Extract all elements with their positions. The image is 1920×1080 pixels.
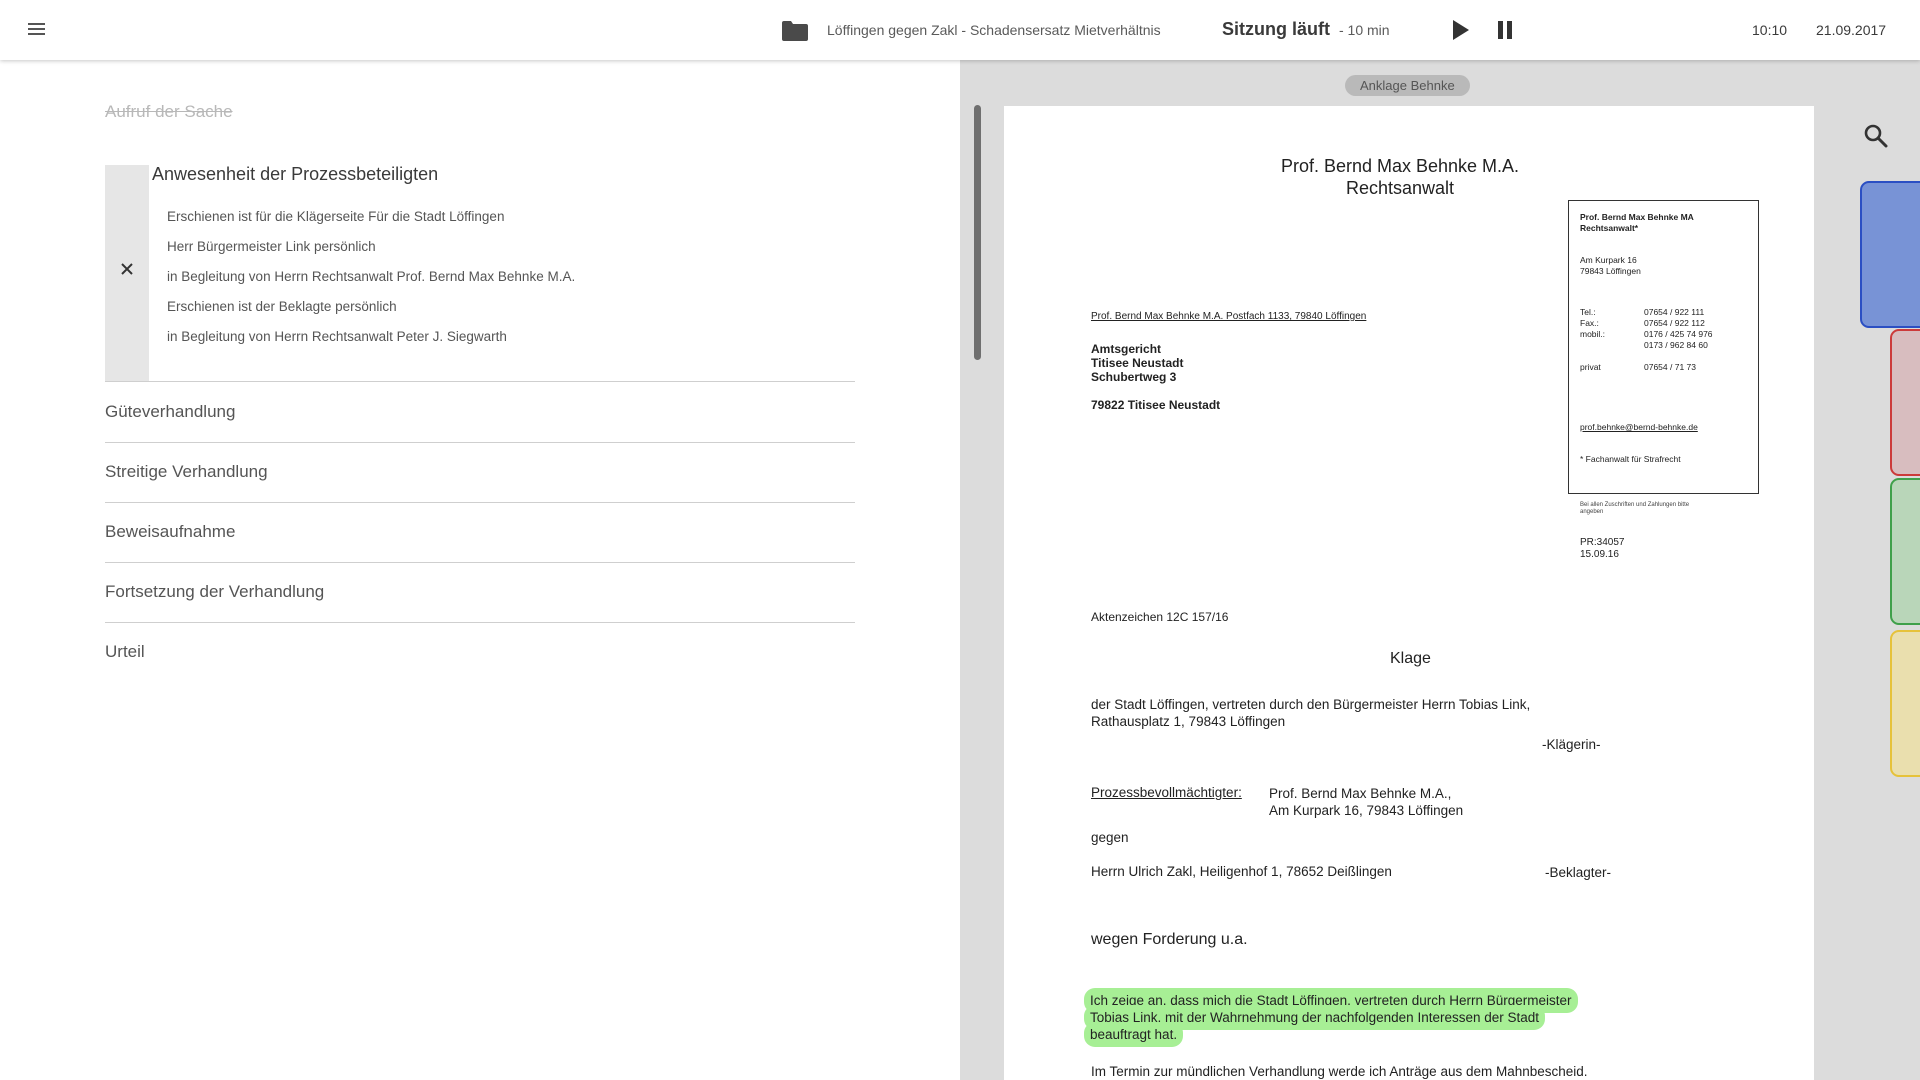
plaintiff-line: Rathausplatz 1, 79843 Löffingen bbox=[1091, 714, 1286, 729]
attendance-entry[interactable]: Erschienen ist für die Klägerseite Für d… bbox=[167, 209, 504, 224]
sender-city: 79843 Löffingen bbox=[1580, 266, 1641, 276]
highlight-line: beauftragt hat. bbox=[1088, 1026, 1180, 1043]
search-icon[interactable] bbox=[1863, 123, 1889, 149]
agenda-item-gueteverhandlung[interactable]: Güteverhandlung bbox=[105, 402, 235, 422]
document-heading: Klage bbox=[1390, 650, 1431, 667]
agenda-item-streitige-verhandlung[interactable]: Streitige Verhandlung bbox=[105, 462, 268, 482]
agenda-item-beweisaufnahme[interactable]: Beweisaufnahme bbox=[105, 522, 235, 542]
recipient-line: Amtsgericht bbox=[1091, 342, 1162, 356]
document-scrollbar[interactable] bbox=[974, 105, 981, 360]
recipient-line: Titisee Neustadt bbox=[1091, 356, 1184, 370]
divider bbox=[105, 442, 855, 443]
bookmark-tab-blue[interactable] bbox=[1860, 181, 1920, 328]
mobil-label: mobil.: bbox=[1580, 329, 1606, 339]
letterhead: Prof. Bernd Max Behnke M.A. Rechtsanwalt bbox=[1004, 155, 1796, 199]
fax-label: Fax.: bbox=[1580, 318, 1599, 328]
pause-icon[interactable] bbox=[1494, 19, 1516, 41]
attendance-entry[interactable]: Herr Bürgermeister Link persönlich bbox=[167, 239, 376, 254]
agenda-item-fortsetzung[interactable]: Fortsetzung der Verhandlung bbox=[105, 582, 324, 602]
tel-label: Tel.: bbox=[1580, 307, 1596, 317]
clock-time: 10:10 bbox=[1752, 22, 1788, 38]
collapse-section-button[interactable] bbox=[105, 165, 149, 382]
session-date: 21.09.2017 bbox=[1816, 22, 1887, 38]
recipient-line: 79822 Titisee Neustadt bbox=[1091, 398, 1221, 412]
privat-label: privat bbox=[1580, 362, 1601, 372]
highlighted-passage[interactable]: Ich zeige an, dass mich die Stadt Löffin… bbox=[1088, 992, 1574, 1043]
plaintiff-role: -Klägerin- bbox=[1542, 737, 1601, 752]
recipient-line: Schubertweg 3 bbox=[1091, 370, 1177, 384]
sender-name: Prof. Bernd Max Behnke MA bbox=[1580, 212, 1694, 222]
letterhead-name: Prof. Bernd Max Behnke M.A. bbox=[1280, 156, 1520, 176]
play-icon[interactable] bbox=[1450, 18, 1472, 42]
reference-note: Bei allen Zuschriften und Zahlungen bitt… bbox=[1580, 502, 1690, 515]
tel-value: 07654 / 922 111 bbox=[1644, 307, 1705, 317]
privat-value: 07654 / 71 73 bbox=[1644, 362, 1696, 372]
subject-line: wegen Forderung u.a. bbox=[1091, 931, 1248, 948]
attendance-entry[interactable]: in Begleitung von Herrn Rechtsanwalt Pro… bbox=[167, 269, 575, 284]
defendant-line: Herrn Ulrich Zakl, Heiligenhof 1, 78652 … bbox=[1091, 864, 1392, 879]
reference-date: 15.09.16 bbox=[1580, 549, 1619, 560]
folder-icon[interactable] bbox=[781, 20, 809, 42]
session-status: Sitzung läuft bbox=[1222, 19, 1330, 39]
document-page: Prof. Bernd Max Behnke M.A. Rechtsanwalt… bbox=[1004, 106, 1814, 1080]
reference-code: PR:34057 bbox=[1580, 537, 1625, 548]
divider bbox=[105, 502, 855, 503]
divider bbox=[105, 381, 855, 382]
sender-title: Rechtsanwalt* bbox=[1580, 223, 1639, 233]
divider bbox=[105, 562, 855, 563]
section-title: Anwesenheit der Prozessbeteiligten bbox=[152, 164, 439, 184]
sender-street: Am Kurpark 16 bbox=[1580, 255, 1637, 265]
fax-value: 07654 / 922 112 bbox=[1644, 318, 1705, 328]
against-label: gegen bbox=[1091, 830, 1129, 845]
document-viewer: Anklage Behnke Prof. Bernd Max Behnke M.… bbox=[960, 60, 1920, 1080]
counsel-line: Prof. Bernd Max Behnke M.A., bbox=[1269, 786, 1452, 801]
agenda-item-urteil[interactable]: Urteil bbox=[105, 642, 145, 662]
attendance-entry[interactable]: Erschienen ist der Beklagte persönlich bbox=[167, 299, 397, 314]
body-line: Im Termin zur mündlichen Verhandlung wer… bbox=[1091, 1064, 1588, 1079]
close-icon[interactable] bbox=[119, 261, 135, 277]
menu-icon[interactable] bbox=[26, 20, 48, 40]
file-number: Aktenzeichen 12C 157/16 bbox=[1091, 610, 1229, 624]
attendance-entry[interactable]: in Begleitung von Herrn Rechtsanwalt Pet… bbox=[167, 329, 507, 344]
agenda-item-completed[interactable]: Aufruf der Sache bbox=[105, 102, 233, 122]
counsel-line: Am Kurpark 16, 79843 Löffingen bbox=[1269, 803, 1464, 818]
agenda-panel: Aufruf der Sache Anwesenheit der Prozess… bbox=[0, 60, 960, 1080]
counsel-value: Prof. Bernd Max Behnke M.A., Am Kurpark … bbox=[1269, 785, 1463, 819]
session-elapsed: - 10 min bbox=[1339, 22, 1390, 38]
document-title-chip: Anklage Behnke bbox=[1345, 75, 1470, 96]
sender-email: prof.behnke@bernd-behnke.de bbox=[1580, 422, 1698, 432]
divider bbox=[105, 622, 855, 623]
active-agenda-section: Anwesenheit der Prozessbeteiligten Ersch… bbox=[105, 164, 855, 382]
return-address: Prof. Bernd Max Behnke M.A. Postfach 113… bbox=[1091, 311, 1367, 322]
case-title[interactable]: Löffingen gegen Zakl - Schadensersatz Mi… bbox=[827, 22, 1161, 38]
sender-info-box: Prof. Bernd Max Behnke MA Rechtsanwalt* … bbox=[1568, 200, 1759, 494]
bookmark-tab-red[interactable] bbox=[1890, 329, 1920, 476]
highlight-line: Ich zeige an, dass mich die Stadt Löffin… bbox=[1088, 992, 1574, 1009]
defendant-role: -Beklagter- bbox=[1545, 865, 1612, 880]
top-bar: Löffingen gegen Zakl - Schadensersatz Mi… bbox=[0, 0, 1920, 60]
mobil-value-2: 0173 / 962 84 60 bbox=[1644, 340, 1708, 350]
bookmark-tab-green[interactable] bbox=[1890, 478, 1920, 625]
sender-footnote: * Fachanwalt für Strafrecht bbox=[1580, 454, 1681, 464]
letterhead-title: Rechtsanwalt bbox=[1345, 178, 1455, 198]
highlight-line: Tobias Link, mit der Wahrnehmung der nac… bbox=[1088, 1009, 1542, 1026]
mobil-value-1: 0176 / 425 74 976 bbox=[1644, 329, 1713, 339]
counsel-label: Prozessbevollmächtigter: bbox=[1091, 785, 1242, 800]
bookmark-tab-yellow[interactable] bbox=[1890, 630, 1920, 777]
plaintiff-line: der Stadt Löffingen, vertreten durch den… bbox=[1091, 697, 1531, 712]
